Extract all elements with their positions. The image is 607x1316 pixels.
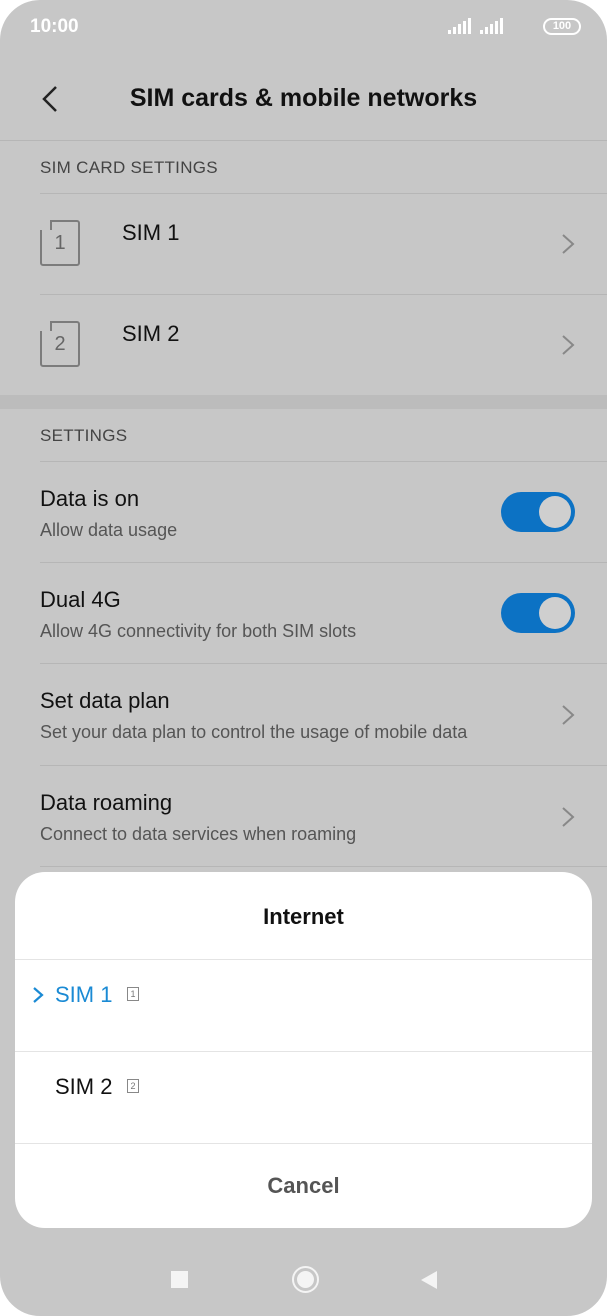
toggle-knob: [539, 597, 571, 629]
sim-label: SIM 1: [122, 220, 180, 245]
option-label: SIM 2: [55, 1074, 113, 1099]
setting-row-roaming[interactable]: Data roaming Connect to data services wh…: [0, 766, 607, 866]
toggle-knob: [539, 496, 571, 528]
section-header-sim: SIM CARD SETTINGS: [40, 158, 218, 177]
navigation-bar: [0, 1244, 607, 1316]
sim-row-1[interactable]: 1 SIM 1: [0, 194, 607, 294]
setting-title: Set data plan: [40, 688, 170, 713]
chevron-right-icon: [562, 234, 575, 254]
setting-subtitle: Allow data usage: [40, 520, 178, 540]
chevron-right-icon: [562, 335, 575, 355]
signal-sim2-icon: [480, 18, 504, 34]
battery-icon: 100: [543, 18, 581, 35]
phone-screen: 10:00 100 SIM cards & mobile networks SI…: [0, 0, 607, 1316]
sim-card-icon: 1: [40, 220, 80, 266]
option-label: SIM 1: [55, 982, 113, 1007]
dual-4g-toggle[interactable]: [501, 593, 575, 633]
setting-row-data[interactable]: Data is on Allow data usage: [0, 462, 607, 562]
header: SIM cards & mobile networks: [0, 56, 607, 140]
sim-card-icon: 2: [40, 321, 80, 367]
setting-row-data-plan[interactable]: Set data plan Set your data plan to cont…: [0, 664, 607, 764]
setting-subtitle: Connect to data services when roaming: [40, 824, 357, 844]
nav-recents-icon[interactable]: [171, 1271, 188, 1288]
setting-title: Data roaming: [40, 790, 173, 815]
section-gap: [0, 395, 607, 409]
option-sim-1[interactable]: SIM 1 1: [15, 960, 592, 1052]
data-toggle[interactable]: [501, 492, 575, 532]
signal-sim1-icon: [448, 18, 472, 34]
chevron-right-icon: [562, 705, 575, 725]
sim-card-icon: 2: [127, 1079, 139, 1093]
nav-back-icon[interactable]: [420, 1270, 438, 1290]
status-time: 10:00: [30, 16, 79, 37]
sim-label: SIM 2: [122, 321, 180, 346]
check-icon: [33, 987, 44, 1003]
status-bar: 10:00 100: [0, 0, 607, 56]
setting-row-dual-4g[interactable]: Dual 4G Allow 4G connectivity for both S…: [0, 563, 607, 663]
section-header-settings: SETTINGS: [40, 426, 128, 445]
dialog-title: Internet: [263, 904, 344, 929]
option-sim-2[interactable]: SIM 2 2: [15, 1052, 592, 1144]
page-title: SIM cards & mobile networks: [129, 84, 478, 112]
internet-sim-dialog: Internet SIM 1 1 SIM 2 2 Cancel: [15, 872, 592, 1228]
sim-row-2[interactable]: 2 SIM 2: [0, 295, 607, 395]
sim-card-icon: 1: [127, 987, 139, 1001]
setting-subtitle: Allow 4G connectivity for both SIM slots: [40, 621, 357, 641]
divider: [40, 866, 607, 867]
nav-home-icon[interactable]: [292, 1266, 319, 1293]
divider: [0, 140, 607, 141]
setting-title: Dual 4G: [40, 587, 121, 612]
chevron-right-icon: [562, 807, 575, 827]
cancel-button[interactable]: Cancel: [15, 1144, 592, 1228]
setting-title: Data is on: [40, 486, 140, 511]
setting-subtitle: Set your data plan to control the usage …: [40, 722, 468, 742]
